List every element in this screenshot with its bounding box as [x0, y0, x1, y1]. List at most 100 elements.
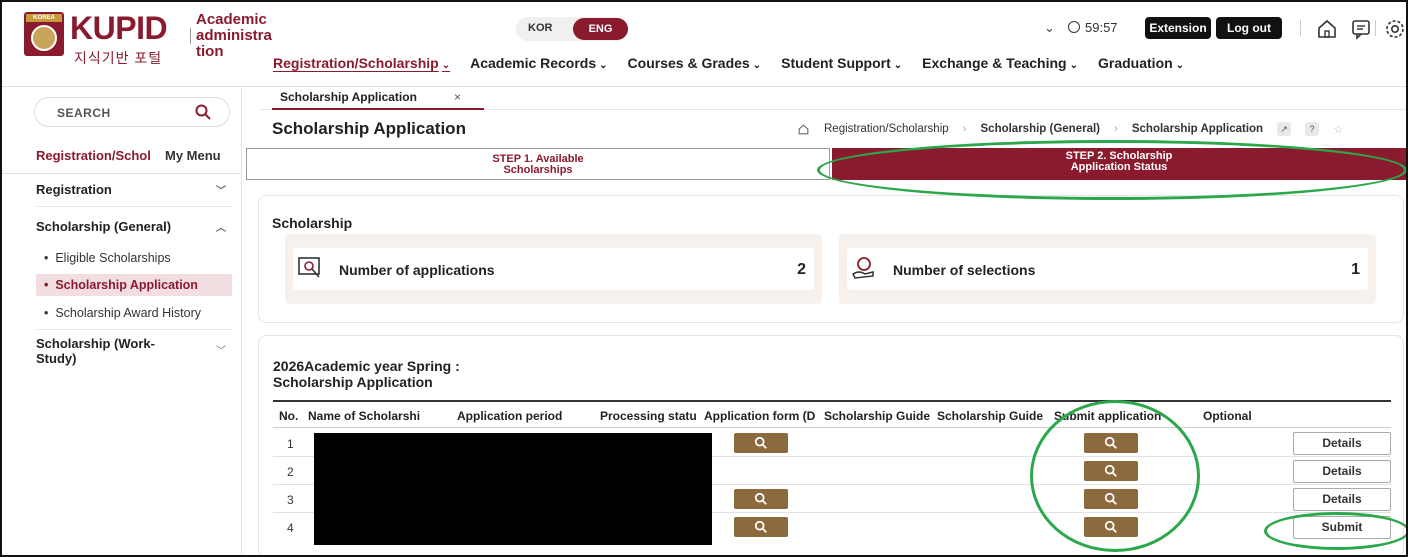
- row-number: 2: [287, 465, 294, 479]
- nav-label: Courses & Grades: [627, 55, 750, 71]
- kupid-logo[interactable]: KOREA KUPID 지식기반 포털 Academic administra …: [24, 10, 272, 74]
- application-form-view-button[interactable]: [734, 489, 788, 509]
- annotation-ellipse-step2: [817, 140, 1406, 200]
- row-number: 3: [287, 493, 294, 507]
- search-icon: [754, 520, 767, 533]
- col-no: No.: [279, 409, 299, 423]
- selections-count: 1: [1351, 261, 1360, 278]
- nav-academic-records[interactable]: Academic Records ⌄: [470, 55, 607, 75]
- language-toggle: KOR ENG: [516, 17, 628, 41]
- seal-text: KOREA: [26, 14, 62, 22]
- selections-label: Number of selections: [893, 262, 1036, 278]
- application-form-view-button[interactable]: [734, 433, 788, 453]
- main-nav: Registration/Scholarship ⌄ Academic Recor…: [273, 55, 1184, 75]
- divider: [1375, 20, 1376, 36]
- sidebar-section-scholarship-work-study[interactable]: Scholarship (Work-Study): [36, 336, 186, 366]
- col-form: Application form (D: [704, 409, 816, 423]
- breadcrumb-item[interactable]: Registration/Scholarship: [824, 123, 949, 135]
- breadcrumb-item[interactable]: Scholarship Application: [1132, 123, 1263, 135]
- app-name: Academic administra tion: [196, 11, 272, 60]
- chat-icon[interactable]: [1349, 17, 1373, 41]
- nav-label: Registration/Scholarship: [273, 55, 439, 71]
- details-button[interactable]: Details: [1293, 460, 1391, 483]
- extension-button[interactable]: Extension: [1145, 17, 1211, 39]
- breadcrumb-separator: ›: [962, 123, 967, 135]
- page-tabs: Scholarship Application ×: [260, 88, 1406, 110]
- header: KOREA KUPID 지식기반 포털 Academic administra …: [2, 2, 1406, 87]
- col-optional: Optional: [1203, 409, 1252, 423]
- search-input[interactable]: SEARCH: [34, 97, 230, 127]
- col-guide-2: Scholarship Guide: [937, 409, 1044, 423]
- card-heading: Scholarship: [272, 215, 353, 231]
- brand-subtitle: 지식기반 포털: [74, 50, 163, 66]
- caret-icon: ⌄: [599, 60, 608, 71]
- annotation-ellipse-submit-button: [1264, 512, 1406, 550]
- breadcrumb-item[interactable]: Scholarship (General): [981, 123, 1101, 135]
- chevron-down-icon[interactable]: ⌄: [1044, 16, 1058, 40]
- gear-icon[interactable]: [1383, 17, 1406, 41]
- caret-icon: ⌄: [1069, 60, 1078, 71]
- lang-eng-button[interactable]: ENG: [573, 18, 628, 40]
- step1-tab[interactable]: STEP 1. Available Scholarships: [246, 148, 830, 180]
- col-name: Name of Scholarshi: [308, 409, 421, 423]
- tab-label: Scholarship Application: [280, 90, 417, 104]
- step-label: STEP 1. Available Scholarships: [492, 153, 584, 176]
- university-seal-icon: KOREA: [24, 12, 64, 56]
- help-icon[interactable]: ?: [1305, 122, 1320, 136]
- nav-label: Student Support: [781, 55, 891, 71]
- annotation-ellipse-submit-column: [1030, 400, 1200, 552]
- caret-icon: ⌄: [752, 60, 762, 71]
- search-placeholder: SEARCH: [57, 106, 111, 120]
- chevron-up-icon: ︿: [216, 223, 226, 234]
- sidebar-item-eligible-scholarships[interactable]: • Eligible Scholarships: [36, 247, 232, 269]
- tab-registration-scholarship[interactable]: Registration/Schol: [36, 148, 156, 163]
- home-icon[interactable]: [1315, 17, 1339, 41]
- sidebar: SEARCH Registration/Schol My Menu Regist…: [2, 88, 242, 555]
- col-status: Processing statu: [600, 409, 697, 423]
- nav-label: Graduation: [1098, 55, 1173, 71]
- session-timer: 59:57: [1068, 16, 1138, 40]
- divider: [36, 329, 232, 330]
- item-label: Scholarship Application: [55, 278, 198, 292]
- search-icon[interactable]: [195, 104, 211, 120]
- nav-graduation[interactable]: Graduation ⌄: [1098, 55, 1184, 75]
- breadcrumb: Registration/Scholarship › Scholarship (…: [797, 122, 1343, 136]
- tiger-emblem-icon: [31, 25, 57, 51]
- col-guide: Scholarship Guide: [824, 409, 931, 423]
- caret-icon: ⌄: [893, 60, 903, 71]
- nav-exchange-teaching[interactable]: Exchange & Teaching ⌄: [922, 55, 1078, 75]
- tab-scholarship-application[interactable]: Scholarship Application ×: [272, 88, 484, 110]
- nav-label: Academic Records: [470, 55, 597, 71]
- applications-box: Number of applications 2: [285, 234, 822, 304]
- page-title: Scholarship Application: [272, 119, 466, 138]
- search-icon: [754, 492, 767, 505]
- row-number: 1: [287, 437, 294, 451]
- divider: [1300, 20, 1301, 36]
- home-icon[interactable]: [797, 123, 810, 136]
- breadcrumb-separator: ›: [1114, 123, 1118, 135]
- nav-student-support[interactable]: Student Support ⌄: [781, 55, 902, 75]
- sidebar-section-registration[interactable]: Registration ﹀: [36, 182, 232, 197]
- logout-button[interactable]: Log out: [1216, 17, 1282, 39]
- details-button[interactable]: Details: [1293, 488, 1391, 511]
- share-icon[interactable]: ↗: [1277, 122, 1292, 136]
- nav-registration-scholarship[interactable]: Registration/Scholarship ⌄: [273, 55, 450, 75]
- lang-kor-button[interactable]: KOR: [528, 22, 552, 34]
- nav-courses-grades[interactable]: Courses & Grades ⌄: [628, 55, 762, 75]
- sidebar-item-scholarship-award-history[interactable]: • Scholarship Award History: [36, 302, 232, 324]
- sidebar-item-scholarship-application[interactable]: • Scholarship Application: [36, 274, 232, 296]
- caret-icon: ⌄: [1175, 60, 1185, 71]
- close-icon[interactable]: ×: [454, 88, 461, 106]
- divider: [36, 206, 232, 207]
- application-form-icon: [298, 257, 320, 278]
- nav-label: Exchange & Teaching: [922, 55, 1067, 71]
- star-icon[interactable]: ☆: [1333, 122, 1343, 136]
- application-form-view-button[interactable]: [734, 517, 788, 537]
- details-button[interactable]: Details: [1293, 432, 1391, 455]
- sidebar-section-scholarship-general[interactable]: Scholarship (General) ︿: [36, 219, 232, 234]
- section-label: Registration: [36, 182, 112, 197]
- tab-my-menu[interactable]: My Menu: [165, 148, 221, 163]
- timer-value: 59:57: [1085, 20, 1118, 35]
- item-label: Eligible Scholarships: [55, 251, 171, 265]
- chevron-down-icon[interactable]: ﹀: [216, 342, 232, 357]
